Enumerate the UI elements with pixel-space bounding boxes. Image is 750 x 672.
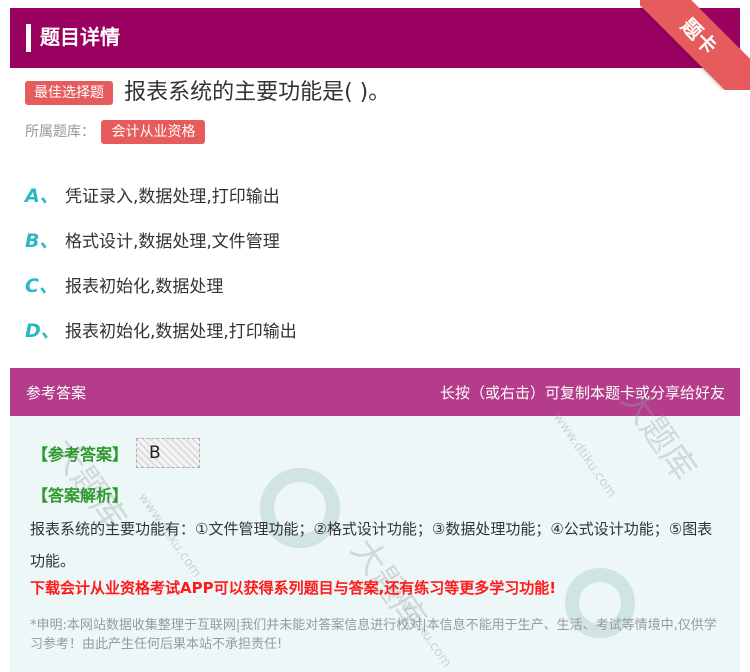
analysis-label: 【答案解析】 xyxy=(32,486,129,505)
option-b[interactable]: B、 格式设计,数据处理,文件管理 xyxy=(25,217,725,262)
option-c[interactable]: C、 报表初始化,数据处理 xyxy=(25,262,725,307)
question-text: 报表系统的主要功能是( )。 xyxy=(124,80,391,105)
answer-line: 【参考答案】 B xyxy=(32,438,201,468)
option-letter: A、 xyxy=(25,185,59,207)
share-hint: 长按（或右击）可复制本题卡或分享给好友 xyxy=(439,383,725,402)
library-badge[interactable]: 会计从业资格 xyxy=(101,120,206,144)
option-d[interactable]: D、 报表初始化,数据处理,打印输出 xyxy=(25,307,725,352)
option-text: 报表初始化,数据处理 xyxy=(65,277,224,297)
header-bar: 题目详情 xyxy=(10,8,740,68)
source-line: 所属题库： 会计从业资格 xyxy=(25,120,206,144)
ribbon-label[interactable]: 题卡 xyxy=(640,0,750,90)
question-line: 最佳选择题 报表系统的主要功能是( )。 xyxy=(25,78,725,108)
answer-panel: 参考答案 长按（或右击）可复制本题卡或分享给好友 大题库 大题库 大题库 www… xyxy=(10,368,740,672)
option-text: 格式设计,数据处理,文件管理 xyxy=(65,232,280,252)
answer-panel-header: 参考答案 长按（或右击）可复制本题卡或分享给好友 xyxy=(10,368,740,416)
option-list: A、 凭证录入,数据处理,打印输出 B、 格式设计,数据处理,文件管理 C、 报… xyxy=(25,172,725,352)
answer-panel-title: 参考答案 xyxy=(26,383,87,402)
answer-label: 【参考答案】 xyxy=(32,445,129,464)
option-text: 报表初始化,数据处理,打印输出 xyxy=(65,322,297,342)
app-promo-text[interactable]: 下载会计从业资格考试APP可以获得系列题目与答案,还有练习等更多学习功能! xyxy=(30,576,556,600)
option-text: 凭证录入,数据处理,打印输出 xyxy=(65,187,280,207)
corner-ribbon[interactable]: 题卡 xyxy=(640,0,750,90)
header-accent-bar xyxy=(26,24,31,52)
option-letter: B、 xyxy=(25,230,59,252)
answer-value-box: B xyxy=(136,438,201,468)
watermark-url: www.dtiku.com xyxy=(549,410,620,501)
source-label: 所属题库： xyxy=(25,124,95,140)
analysis-text: 报表系统的主要功能有：①文件管理功能；②格式设计功能；③数据处理功能；④公式设计… xyxy=(30,520,713,570)
page-title: 题目详情 xyxy=(40,25,120,49)
option-letter: C、 xyxy=(25,275,58,297)
option-letter: D、 xyxy=(25,320,60,342)
disclaimer-text: *申明:本网站数据收集整理于互联网|我们并未能对答案信息进行校对|本信息不能用于… xyxy=(30,618,717,652)
option-a[interactable]: A、 凭证录入,数据处理,打印输出 xyxy=(25,172,725,217)
question-type-badge: 最佳选择题 xyxy=(25,81,113,105)
